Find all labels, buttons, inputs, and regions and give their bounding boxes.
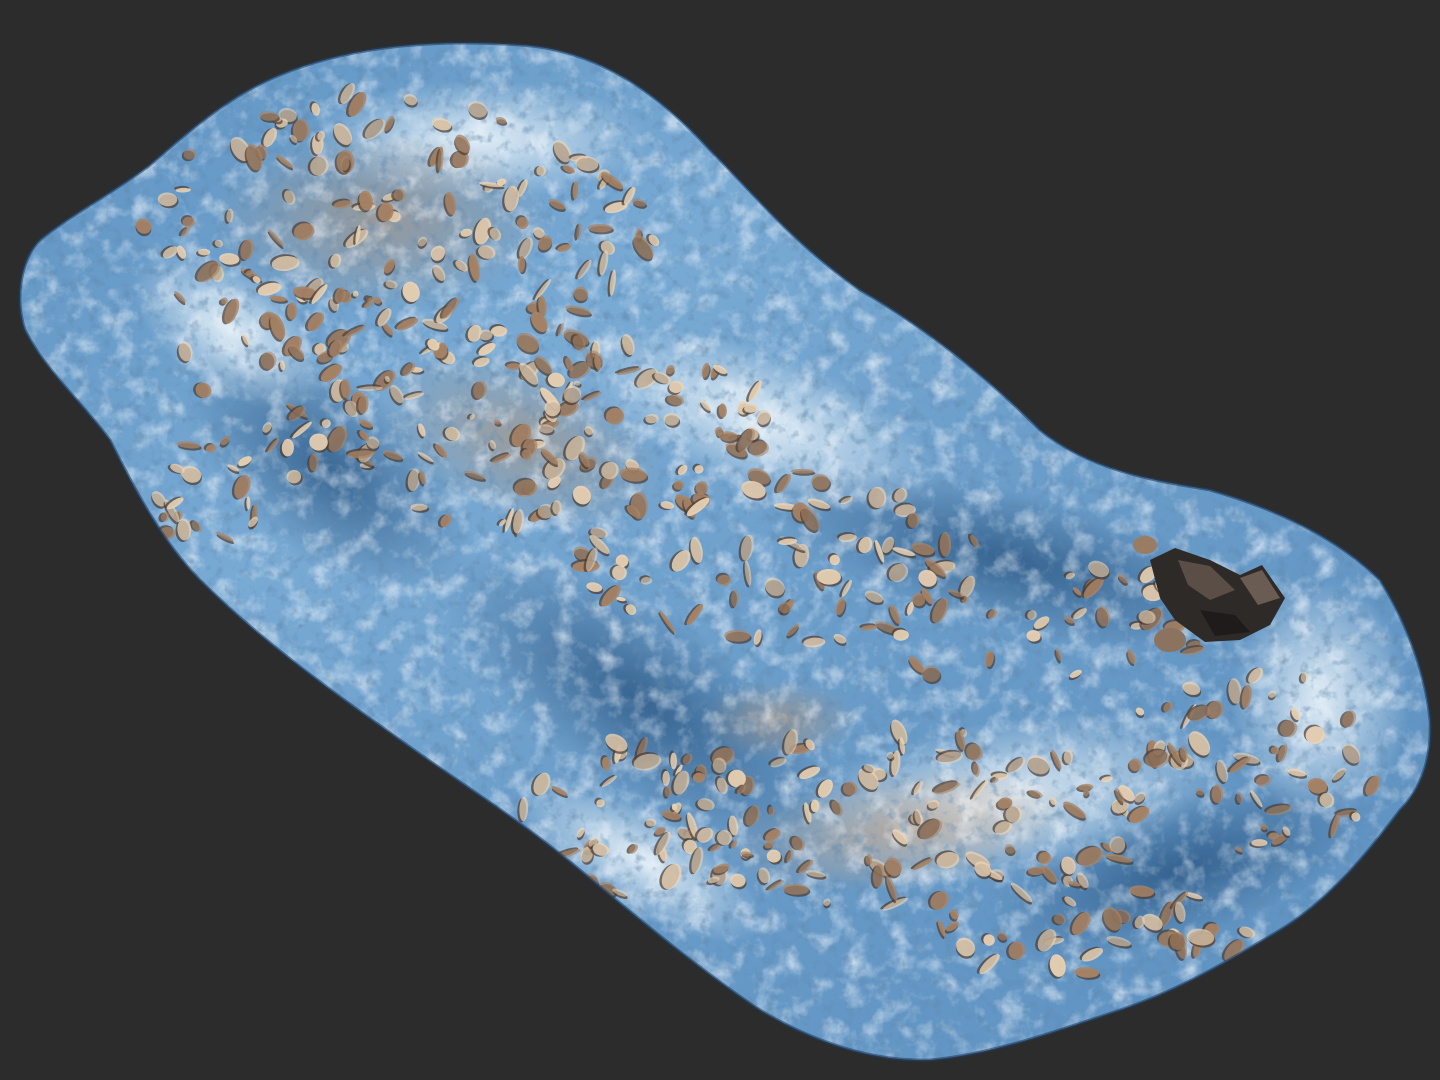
rock-shadow bbox=[120, 523, 132, 546]
3d-viewport[interactable] bbox=[0, 0, 1440, 1080]
rock bbox=[287, 302, 297, 320]
rock bbox=[1063, 749, 1074, 764]
rock bbox=[478, 329, 493, 341]
terrain-render bbox=[18, 41, 1432, 1062]
rock bbox=[121, 508, 135, 521]
rock bbox=[122, 521, 133, 544]
rock bbox=[1109, 836, 1126, 854]
rock bbox=[286, 469, 302, 484]
rock bbox=[1211, 784, 1224, 804]
rock-shadow bbox=[119, 507, 133, 520]
